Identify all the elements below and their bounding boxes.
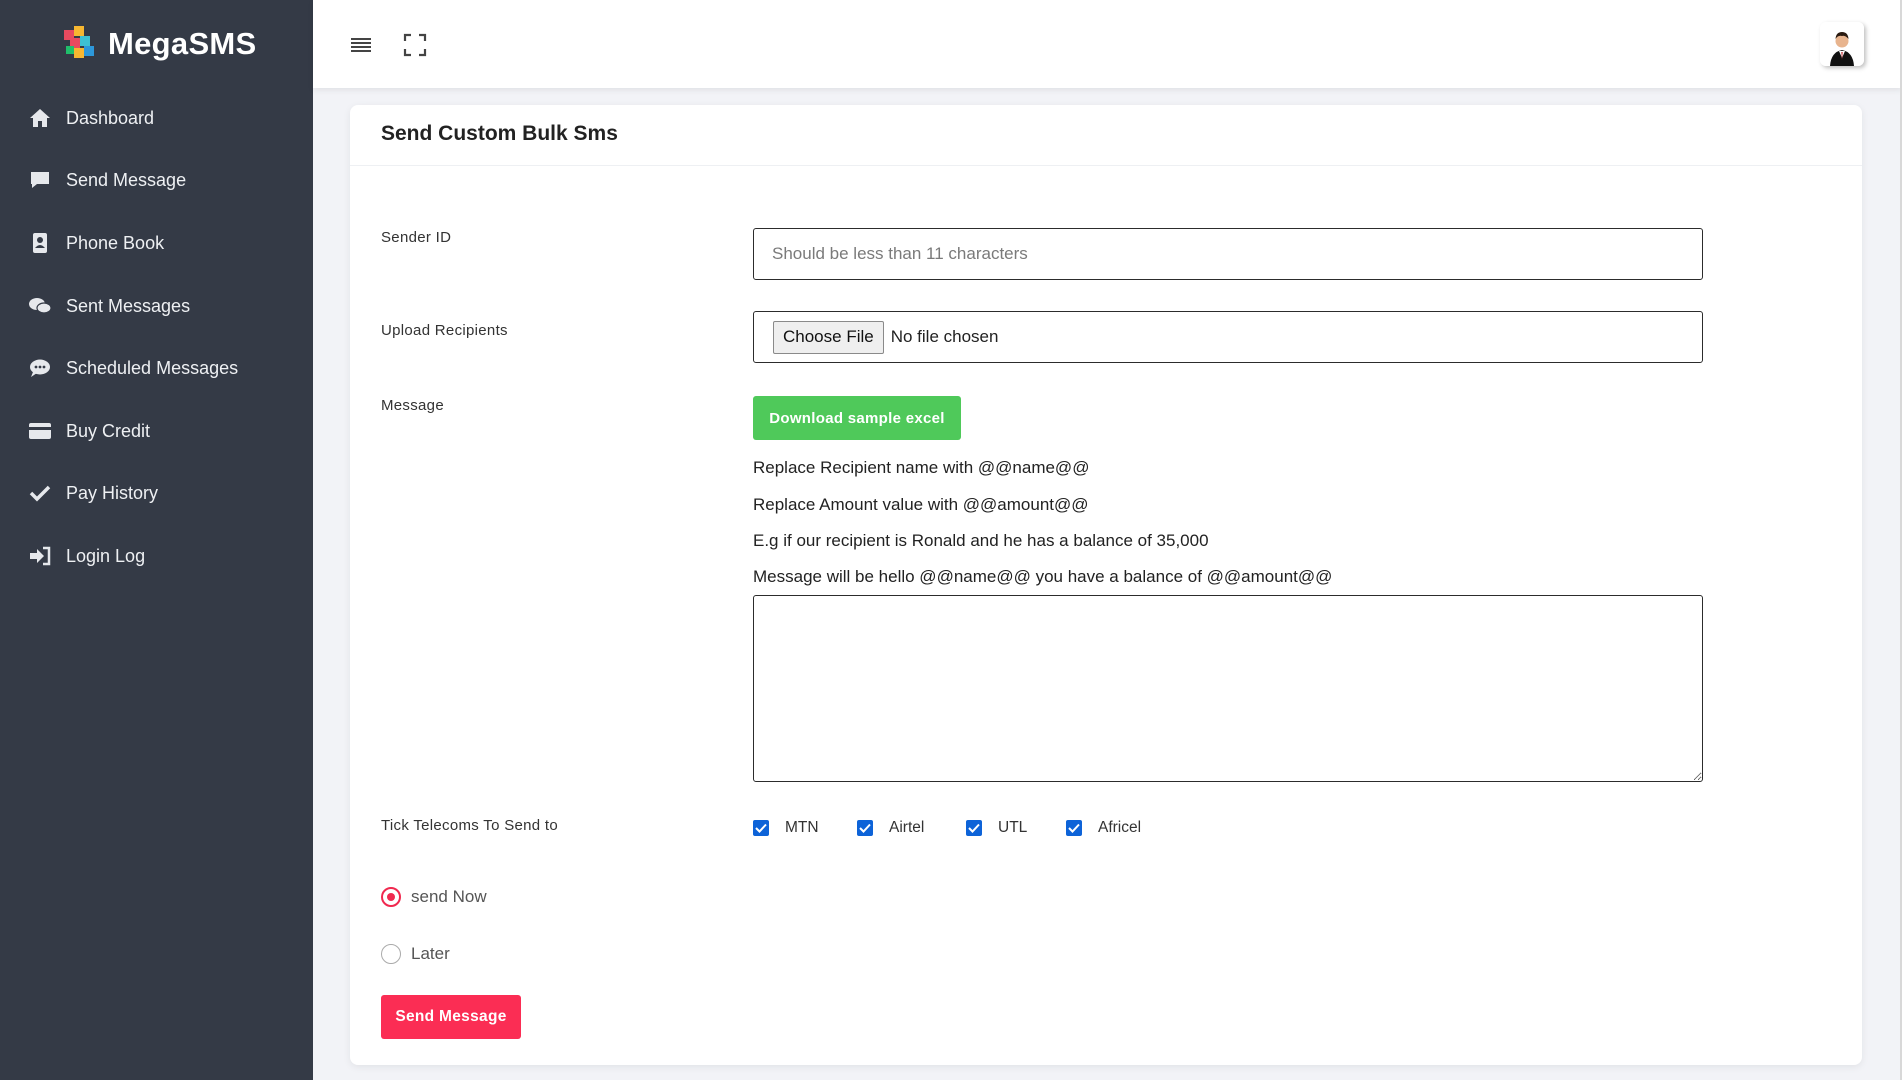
sidebar-item-label: Buy Credit <box>66 420 151 441</box>
hamburger-menu-icon[interactable] <box>349 34 373 54</box>
utl-checkbox[interactable] <box>966 820 982 836</box>
home-icon <box>28 107 52 129</box>
sidebar-item-dashboard[interactable]: Dashboard <box>28 100 154 136</box>
download-sample-excel-button[interactable]: Download sample excel <box>753 396 961 440</box>
sidebar: MegaSMS Dashboard Send Message Phone Boo… <box>0 0 313 1080</box>
later-option[interactable]: Later <box>381 944 450 964</box>
megasms-logo-icon <box>64 26 94 58</box>
telecom-option-utl: UTL <box>966 819 1027 837</box>
sidebar-item-label: Scheduled Messages <box>66 357 239 378</box>
upload-recipients-field: Choose File No file chosen <box>753 311 1703 363</box>
sidebar-item-buy-credit[interactable]: Buy Credit <box>28 413 150 449</box>
sidebar-item-label: Pay History <box>66 482 159 503</box>
sidebar-item-label: Sent Messages <box>66 295 191 316</box>
comment-dots-icon <box>28 357 52 379</box>
telecom-option-africel: Africel <box>1066 819 1141 837</box>
telecom-label: MTN <box>785 819 819 836</box>
sidebar-item-label: Dashboard <box>66 107 155 128</box>
mtn-checkbox[interactable] <box>753 820 769 836</box>
brand-name: MegaSMS <box>108 26 257 61</box>
sign-in-icon <box>28 545 52 567</box>
fullscreen-icon[interactable] <box>403 33 427 57</box>
sidebar-item-label: Login Log <box>66 545 146 566</box>
credit-card-icon <box>28 420 52 442</box>
message-label: Message <box>381 397 444 414</box>
comments-icon <box>28 295 52 317</box>
sender-id-label: Sender ID <box>381 229 452 246</box>
choose-file-button[interactable]: Choose File <box>773 320 884 354</box>
brand-logo[interactable]: MegaSMS <box>60 24 257 64</box>
sender-id-input[interactable] <box>753 228 1703 280</box>
upload-recipients-label: Upload Recipients <box>381 322 508 339</box>
send-message-button[interactable]: Send Message <box>381 995 521 1039</box>
sidebar-item-scheduled-messages[interactable]: Scheduled Messages <box>28 350 238 386</box>
hint-text: Replace Amount value with @@amount@@ <box>753 495 1089 514</box>
sidebar-item-label: Phone Book <box>66 232 165 253</box>
top-navbar <box>313 0 1902 88</box>
africel-checkbox[interactable] <box>1066 820 1082 836</box>
send-now-radio[interactable] <box>381 887 401 907</box>
file-status-text: No file chosen <box>890 327 999 346</box>
telecom-label: Africel <box>1098 819 1142 836</box>
card-header: Send Custom Bulk Sms <box>350 105 1862 166</box>
telecom-option-mtn: MTN <box>753 819 819 837</box>
sidebar-item-phone-book[interactable]: Phone Book <box>28 225 164 261</box>
sidebar-item-send-message[interactable]: Send Message <box>28 162 186 198</box>
hint-text: Replace Recipient name with @@name@@ <box>753 458 1090 477</box>
sidebar-item-login-log[interactable]: Login Log <box>28 538 145 574</box>
sidebar-item-label: Send Message <box>66 169 187 190</box>
sidebar-item-pay-history[interactable]: Pay History <box>28 475 158 511</box>
telecom-label: UTL <box>998 819 1028 836</box>
sidebar-item-sent-messages[interactable]: Sent Messages <box>28 288 190 324</box>
telecoms-label: Tick Telecoms To Send to <box>381 817 559 834</box>
user-avatar[interactable] <box>1820 22 1864 66</box>
airtel-checkbox[interactable] <box>857 820 873 836</box>
message-icon <box>28 169 52 191</box>
page-title: Send Custom Bulk Sms <box>381 122 618 145</box>
check-icon <box>28 482 52 504</box>
message-textarea[interactable] <box>753 595 1703 782</box>
radio-label: Later <box>411 944 450 963</box>
address-book-icon <box>28 232 52 254</box>
hint-text: E.g if our recipient is Ronald and he ha… <box>753 531 1209 550</box>
telecom-option-airtel: Airtel <box>857 819 924 837</box>
send-now-option[interactable]: send Now <box>381 887 487 907</box>
hint-text: Message will be hello @@name@@ you have … <box>753 567 1333 586</box>
bulk-sms-card: Send Custom Bulk Sms Sender ID Upload Re… <box>350 105 1862 1065</box>
telecom-label: Airtel <box>889 819 925 836</box>
radio-label: send Now <box>411 887 487 906</box>
later-radio[interactable] <box>381 944 401 964</box>
